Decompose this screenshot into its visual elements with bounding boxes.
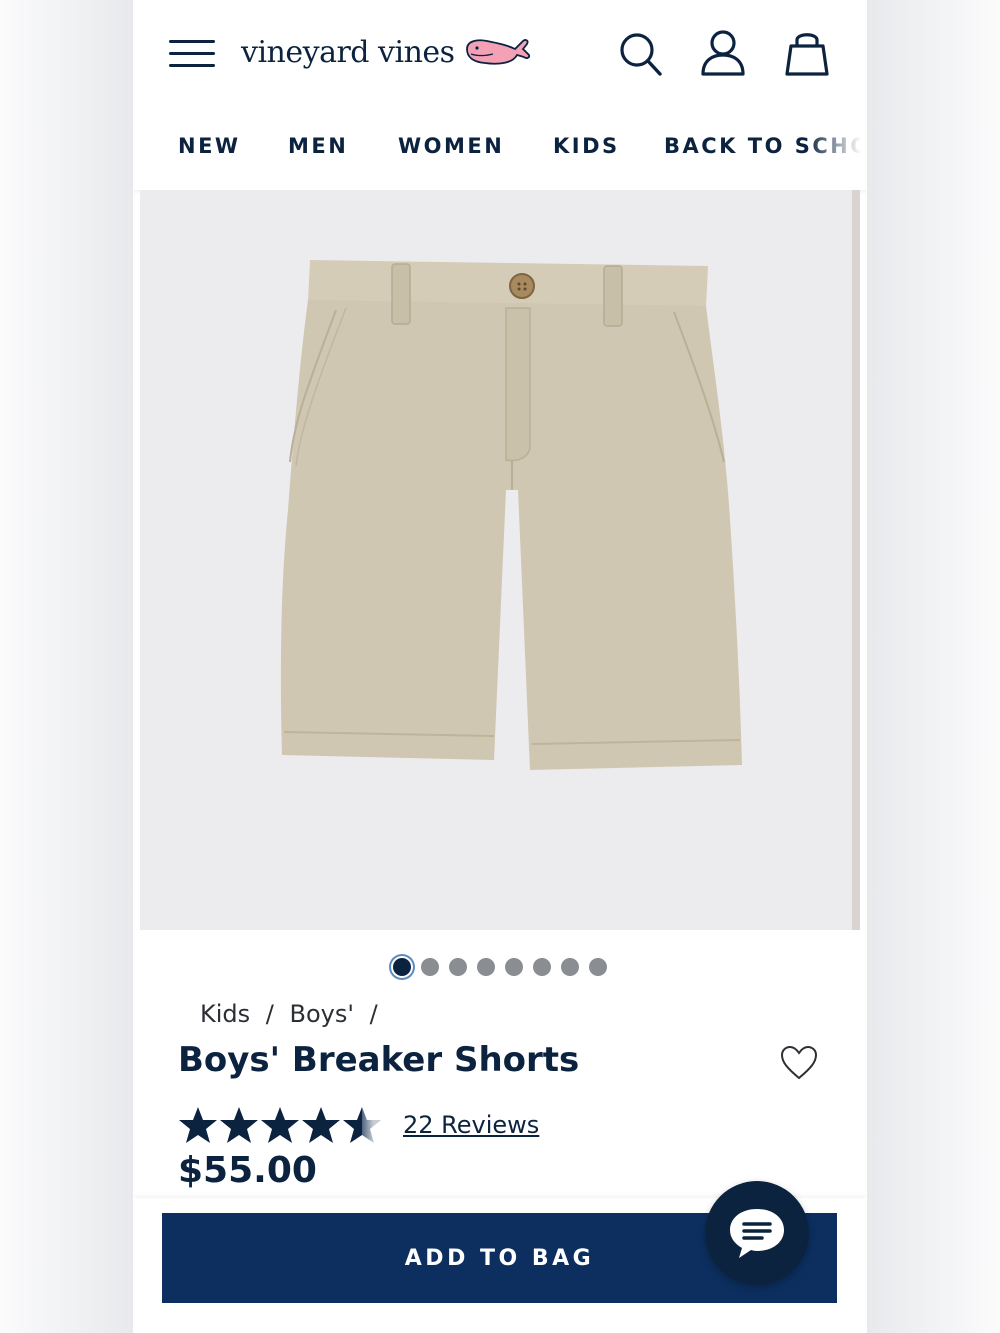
- nav-item-women[interactable]: WOMEN: [398, 134, 504, 158]
- logo-text: vineyard vines: [241, 34, 455, 70]
- carousel-dot-2[interactable]: [421, 958, 439, 976]
- star-icon: [261, 1107, 299, 1143]
- breadcrumb-separator: /: [369, 1000, 378, 1028]
- backdrop-right: [867, 0, 1000, 1333]
- breadcrumb: Kids / Boys' /: [200, 1000, 386, 1028]
- chat-bubble-icon: [730, 1209, 784, 1258]
- menu-icon[interactable]: [169, 38, 217, 70]
- carousel-dot-8[interactable]: [589, 958, 607, 976]
- site-header: vineyard vines: [133, 0, 867, 106]
- heart-icon[interactable]: [779, 1044, 819, 1082]
- breadcrumb-kids[interactable]: Kids: [200, 1000, 250, 1028]
- half-star-icon: [343, 1107, 381, 1143]
- shorts-illustration: [280, 260, 742, 770]
- carousel-dot-4[interactable]: [477, 958, 495, 976]
- backdrop-left: [0, 0, 133, 1333]
- category-nav: NEW MEN WOMEN KIDS BACK TO SCHO: [133, 106, 867, 190]
- nav-item-men[interactable]: MEN: [288, 134, 348, 158]
- chat-button[interactable]: [705, 1181, 809, 1285]
- product-title: Boys' Breaker Shorts: [178, 1040, 580, 1080]
- carousel-dot-3[interactable]: [449, 958, 467, 976]
- brand-logo[interactable]: vineyard vines: [241, 28, 533, 76]
- carousel-dot-7[interactable]: [561, 958, 579, 976]
- mobile-page: vineyard vines NEW MEN WOMEN KIDS BACK T…: [133, 0, 867, 1333]
- carousel-dot-1[interactable]: [393, 958, 411, 976]
- nav-item-new[interactable]: NEW: [178, 134, 241, 158]
- carousel-dot-6[interactable]: [533, 958, 551, 976]
- product-price: $55.00: [178, 1150, 317, 1191]
- nav-item-kids[interactable]: KIDS: [553, 134, 620, 158]
- carousel-dot-5[interactable]: [505, 958, 523, 976]
- star-icon: [302, 1107, 340, 1143]
- image-carousel-dots: [133, 958, 867, 982]
- nav-fade: [807, 106, 867, 190]
- product-rating: 22 Reviews: [178, 1105, 539, 1145]
- reviews-link[interactable]: 22 Reviews: [403, 1111, 539, 1139]
- breadcrumb-separator: /: [265, 1000, 274, 1028]
- star-icon: [179, 1107, 217, 1143]
- search-icon[interactable]: [617, 28, 665, 80]
- star-icon: [220, 1107, 258, 1143]
- breadcrumb-boys[interactable]: Boys': [290, 1000, 354, 1028]
- bag-icon[interactable]: [783, 28, 831, 80]
- account-icon[interactable]: [699, 28, 747, 80]
- next-image-peek: [852, 190, 860, 930]
- product-image[interactable]: [140, 190, 860, 930]
- whale-logo-icon: [465, 39, 530, 65]
